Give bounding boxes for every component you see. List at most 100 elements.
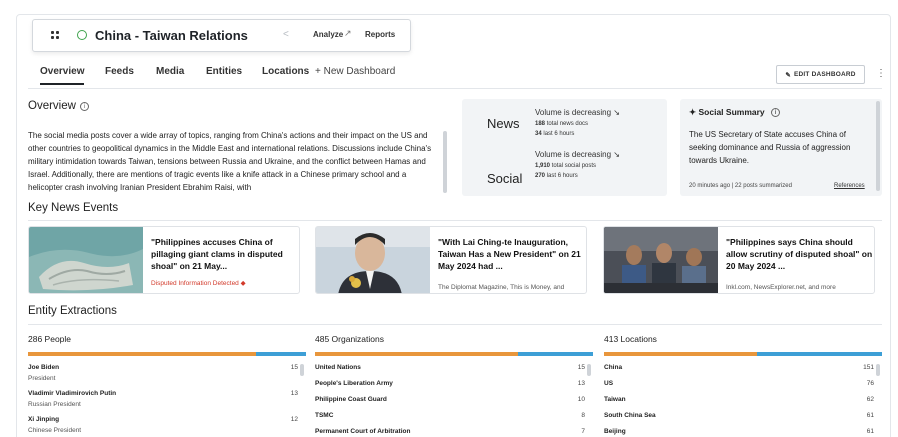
- list-item[interactable]: Xi Jinping Chinese President 12: [28, 416, 306, 437]
- share-icon[interactable]: <: [283, 29, 289, 40]
- list-item[interactable]: Taiwan 62: [604, 396, 882, 412]
- summary-meta: 20 minutes ago | 22 posts summarized: [689, 183, 792, 189]
- news-total-label: total news docs: [546, 121, 589, 127]
- organizations-list: United Nations 15 People's Liberation Ar…: [315, 364, 593, 437]
- list-item[interactable]: Philippine Coast Guard 10: [315, 396, 593, 412]
- tab-entities[interactable]: Entities: [206, 66, 242, 77]
- drag-grid-icon[interactable]: [51, 31, 59, 39]
- entity-name: China: [604, 364, 623, 371]
- list-item[interactable]: TSMC 8: [315, 412, 593, 428]
- entity-name: US: [604, 380, 614, 387]
- volume-stats-panel: News Volume is decreasing ↘ 188 total ne…: [462, 99, 667, 196]
- summary-scrollbar[interactable]: [876, 101, 880, 191]
- key-news-heading: Key News Events: [28, 202, 119, 214]
- entity-name: Permanent Court of Arbitration: [315, 428, 411, 435]
- locations-scrollbar[interactable]: [876, 364, 880, 376]
- entity-count: 12: [290, 416, 298, 423]
- dashboard-tabs: Overview Feeds Media Entities Locations …: [28, 66, 878, 88]
- trend-down-icon: ↘: [613, 150, 620, 159]
- new-dashboard-tab[interactable]: + New Dashboard: [315, 66, 395, 77]
- list-item[interactable]: United Nations 15: [315, 364, 593, 380]
- entity-name: TSMC: [315, 412, 334, 419]
- social-total-label: total social posts: [551, 163, 597, 169]
- entity-count: 76: [866, 380, 874, 387]
- entity-count: 15: [577, 364, 585, 371]
- list-item[interactable]: China 151: [604, 364, 882, 380]
- entity-count: 10: [577, 396, 585, 403]
- tab-media[interactable]: Media: [156, 66, 184, 77]
- overview-text: The social media posts cover a wide arra…: [28, 131, 432, 192]
- entity-name: Xi Jinping: [28, 416, 60, 423]
- reports-button[interactable]: Reports: [365, 30, 395, 39]
- organizations-bar-fill: [315, 352, 518, 356]
- locations-list: China 151 US 76 Taiwan 62 South China Se…: [604, 364, 882, 437]
- entity-count: 62: [866, 396, 874, 403]
- social-recent-value: 270: [535, 173, 546, 179]
- edit-dashboard-button[interactable]: ✎ EDIT DASHBOARD: [776, 65, 865, 84]
- people-bar: [28, 352, 306, 356]
- entity-name: South China Sea: [604, 412, 656, 419]
- tab-locations[interactable]: Locations: [262, 66, 309, 77]
- organizations-scrollbar[interactable]: [587, 364, 591, 376]
- social-recent: 270 last 6 hours: [535, 173, 578, 179]
- overview-title: Overview: [28, 100, 76, 112]
- entity-name: Joe Biden: [28, 364, 60, 371]
- organizations-column: 485 Organizations United Nations 15 Peop…: [315, 334, 593, 435]
- people-column: 286 People Joe Biden President 15 Vladim…: [28, 334, 306, 434]
- entity-name: Taiwan: [604, 396, 626, 403]
- entity-extractions-heading: Entity Extractions: [28, 305, 117, 317]
- social-trend: Volume is decreasing ↘: [535, 150, 620, 159]
- entity-count: 151: [863, 364, 874, 371]
- list-item[interactable]: South China Sea 61: [604, 412, 882, 428]
- list-item[interactable]: Permanent Court of Arbitration 7: [315, 428, 593, 437]
- list-item[interactable]: US 76: [604, 380, 882, 396]
- people-count: 286 People: [28, 334, 72, 344]
- entity-role: Russian President: [28, 401, 81, 408]
- entity-count: 13: [290, 390, 298, 397]
- overview-scrollbar[interactable]: [443, 131, 447, 193]
- list-item[interactable]: People's Liberation Army 13: [315, 380, 593, 396]
- news-card[interactable]: "Philippines accuses China of pillaging …: [28, 226, 300, 294]
- list-item[interactable]: Joe Biden President 15: [28, 364, 306, 390]
- sparkle-icon: ✦: [689, 107, 697, 117]
- locations-count: 413 Locations: [604, 334, 657, 344]
- entity-count: 61: [866, 428, 874, 435]
- tab-overview[interactable]: Overview: [40, 66, 85, 85]
- locations-column: 413 Locations China 151 US 76 Taiwan 62 …: [604, 334, 882, 435]
- references-link[interactable]: References: [834, 183, 865, 189]
- external-link-icon[interactable]: ↗: [344, 28, 352, 39]
- analyze-button[interactable]: Analyze: [313, 30, 343, 39]
- news-sources: Inkl.com, NewsExplorer.net, and more: [726, 284, 836, 291]
- entity-role: President: [28, 375, 56, 382]
- info-icon[interactable]: i: [79, 102, 89, 111]
- entity-role: Chinese President: [28, 427, 82, 434]
- entity-name: Philippine Coast Guard: [315, 396, 387, 403]
- organizations-count: 485 Organizations: [315, 334, 384, 344]
- social-total-value: 1,910: [535, 163, 551, 169]
- entity-count: 8: [581, 412, 585, 419]
- locations-bar-fill: [604, 352, 757, 356]
- people-bar-fill: [28, 352, 256, 356]
- news-recent-label: last 6 hours: [543, 131, 575, 137]
- info-icon[interactable]: i: [771, 108, 781, 117]
- tab-feeds[interactable]: Feeds: [105, 66, 134, 77]
- news-headline: "Philippines says China should allow scr…: [726, 237, 873, 271]
- news-sources: The Diplomat Magazine, This is Money, an…: [438, 284, 565, 291]
- entity-name: Beijing: [604, 428, 626, 435]
- news-headline: "With Lai Ching-te Inauguration, Taiwan …: [438, 237, 581, 271]
- news-label: News: [487, 116, 520, 131]
- news-card[interactable]: "With Lai Ching-te Inauguration, Taiwan …: [315, 226, 587, 294]
- news-image-officials: [604, 227, 718, 293]
- list-item[interactable]: Beijing 61: [604, 428, 882, 437]
- entity-name: People's Liberation Army: [315, 380, 393, 387]
- news-trend: Volume is decreasing ↘: [535, 108, 620, 117]
- more-options-icon[interactable]: ⋮: [876, 68, 886, 79]
- people-scrollbar[interactable]: [300, 364, 304, 376]
- news-card[interactable]: "Philippines says China should allow scr…: [603, 226, 875, 294]
- tabs-divider: [28, 88, 882, 89]
- news-recent-value: 34: [535, 131, 542, 137]
- social-total: 1,910 total social posts: [535, 163, 596, 169]
- list-item[interactable]: Vladimir Vladimirovich Putin Russian Pre…: [28, 390, 306, 416]
- social-label: Social: [487, 171, 523, 186]
- social-trend-text: Volume is decreasing: [535, 150, 612, 159]
